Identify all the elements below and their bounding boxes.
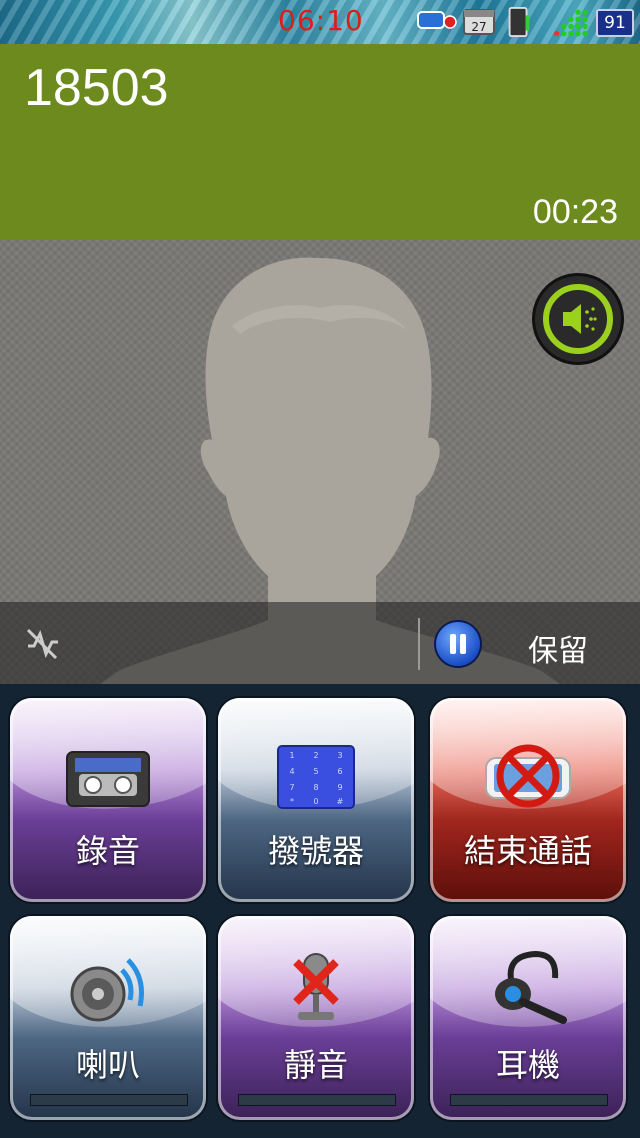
headset-indicator-bar xyxy=(450,1094,608,1106)
phone-usb-icon xyxy=(417,11,457,29)
speaker-icon xyxy=(543,284,613,354)
svg-text:7: 7 xyxy=(289,783,294,792)
call-actions-grid: 錄音 1 2 3 4 5 6 7 8 9 * 0 # 撥號器 結束通話 喇叭 靜音 耳機 xyxy=(0,684,640,1138)
speaker-button[interactable]: 喇叭 xyxy=(10,916,206,1120)
hold-button[interactable]: 保留 xyxy=(432,620,632,669)
mute-button[interactable]: 靜音 xyxy=(218,916,414,1120)
caller-number: 18503 xyxy=(24,59,169,117)
cassette-icon xyxy=(66,751,150,807)
svg-text:2: 2 xyxy=(313,751,318,760)
dialpad-label: 撥號器 xyxy=(267,832,364,870)
speaker-label: 喇叭 xyxy=(75,1046,140,1084)
call-duration: 00:23 xyxy=(532,193,618,231)
pause-icon xyxy=(436,622,480,666)
svg-text:#: # xyxy=(337,797,344,806)
end-call-icon xyxy=(485,744,571,808)
mute-label: 靜音 xyxy=(283,1046,348,1084)
keypad-icon: 1 2 3 4 5 6 7 8 9 * 0 # xyxy=(277,745,355,809)
status-clock: 06:10 xyxy=(278,4,364,37)
svg-text:6: 6 xyxy=(337,767,342,776)
svg-text:4: 4 xyxy=(289,767,294,776)
signal-dots-icon xyxy=(554,9,588,37)
speaker-icon xyxy=(70,958,144,1022)
divider xyxy=(418,618,420,670)
mute-mic-icon xyxy=(293,953,339,1020)
svg-text:9: 9 xyxy=(337,783,342,792)
record-label: 錄音 xyxy=(75,832,140,870)
headset-label: 耳機 xyxy=(495,1046,560,1084)
svg-text:*: * xyxy=(290,797,294,806)
mic-off-icon[interactable] xyxy=(22,624,62,664)
call-control-bar: 保留 xyxy=(0,602,640,684)
speaker-toggle-button[interactable] xyxy=(535,276,621,362)
svg-text:8: 8 xyxy=(313,783,318,792)
call-header: 18503 00:23 xyxy=(0,44,640,240)
speaker-indicator-bar xyxy=(30,1094,188,1106)
end-call-button[interactable]: 結束通話 xyxy=(430,698,626,902)
svg-text:1: 1 xyxy=(289,751,294,760)
svg-text:27: 27 xyxy=(471,20,486,34)
caller-photo-area: 保留 xyxy=(0,240,640,684)
status-bar: 06:10 27 91 xyxy=(0,0,640,44)
end-call-label: 結束通話 xyxy=(463,832,592,870)
mute-indicator-bar xyxy=(238,1094,396,1106)
dialpad-button[interactable]: 1 2 3 4 5 6 7 8 9 * 0 # 撥號器 xyxy=(218,698,414,902)
headset-icon xyxy=(495,950,567,1024)
calendar-icon: 27 xyxy=(463,9,495,35)
record-button[interactable]: 錄音 xyxy=(10,698,206,902)
battery-indicator: 91 xyxy=(596,9,634,37)
sim-icon xyxy=(508,6,530,38)
svg-text:3: 3 xyxy=(337,751,342,760)
hold-label: 保留 xyxy=(528,634,588,669)
headset-button[interactable]: 耳機 xyxy=(430,916,626,1120)
svg-text:0: 0 xyxy=(313,797,318,806)
svg-text:5: 5 xyxy=(313,767,318,776)
